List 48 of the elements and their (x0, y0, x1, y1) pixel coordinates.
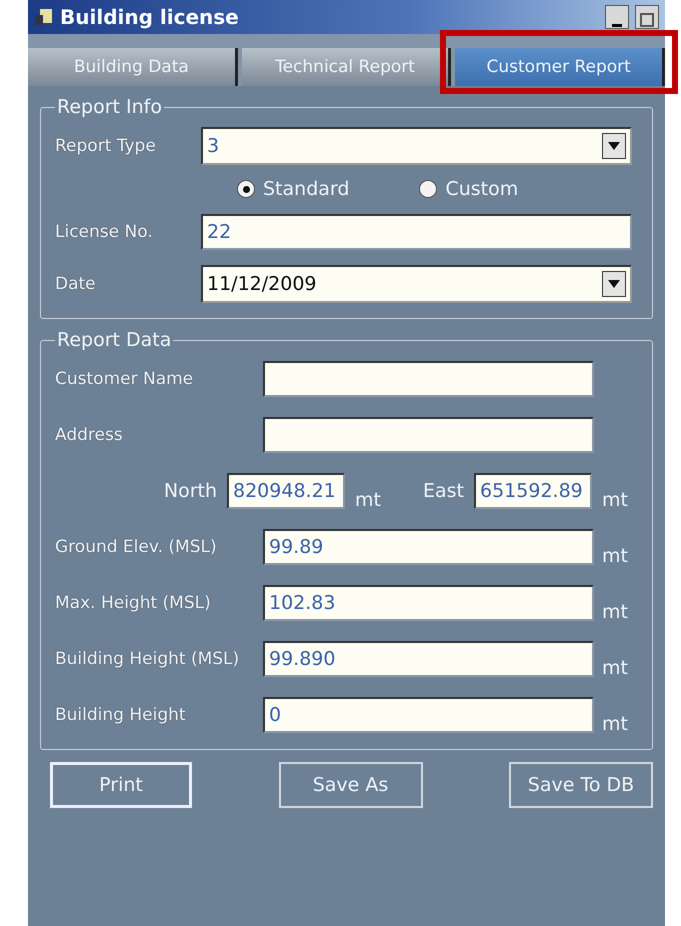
field-label: Max. Height (MSL) (55, 593, 212, 613)
radio-icon[interactable] (237, 180, 255, 198)
caret-icon (608, 280, 620, 288)
maximize-button[interactable] (635, 5, 659, 29)
field-label: North (164, 480, 217, 502)
field-label: Report Type (55, 136, 157, 156)
input-field[interactable] (263, 417, 594, 453)
report-type-dropdown[interactable]: 3 (201, 127, 632, 165)
field-label: Address (55, 425, 124, 445)
input-field[interactable]: 0 (263, 697, 594, 733)
field-label: East (423, 480, 464, 502)
group-title: Report Data (56, 329, 172, 351)
field-label: Building Height (MSL) (55, 649, 240, 669)
field-label: Ground Elev. (MSL) (55, 537, 218, 557)
input-field[interactable]: 99.89 (263, 529, 594, 565)
action-button[interactable]: Save To DB (509, 762, 653, 808)
tab[interactable]: Customer Report (455, 48, 666, 86)
dropdown-button[interactable] (602, 133, 626, 159)
radio-option[interactable]: Custom (419, 178, 518, 200)
group-title: Report Info (56, 96, 163, 118)
input-field[interactable]: 99.890 (263, 641, 594, 677)
field-label: License No. (55, 222, 154, 242)
dropdown-button[interactable] (602, 271, 626, 297)
unit-label: mt (602, 657, 629, 679)
input-field[interactable]: 22 (201, 214, 632, 250)
app-icon (34, 7, 54, 27)
input-field[interactable]: 651592.89 (474, 473, 592, 509)
unit-label: mt (602, 545, 629, 567)
radio-icon[interactable] (419, 180, 438, 198)
field-label: Building Height (55, 705, 187, 725)
radio-option[interactable]: Standard (237, 178, 350, 200)
unit-label: mt (602, 489, 629, 511)
input-field[interactable]: 820948.21 (227, 473, 345, 509)
window-title: Building license (60, 5, 240, 29)
date-picker[interactable]: 11/12/2009 (201, 265, 632, 303)
action-button[interactable]: Print (50, 762, 192, 808)
minimize-button[interactable] (605, 5, 629, 29)
field-label: Customer Name (55, 369, 194, 389)
input-field[interactable] (263, 361, 594, 397)
input-field[interactable]: 102.83 (263, 585, 594, 621)
unit-label: mt (602, 601, 629, 623)
caret-icon (608, 142, 620, 150)
unit-label: mt (355, 489, 382, 511)
field-label: Date (55, 274, 97, 294)
action-button[interactable]: Save As (278, 762, 422, 808)
maximize-icon (640, 12, 654, 28)
unit-label: mt (602, 713, 629, 735)
minimize-icon (612, 22, 622, 28)
